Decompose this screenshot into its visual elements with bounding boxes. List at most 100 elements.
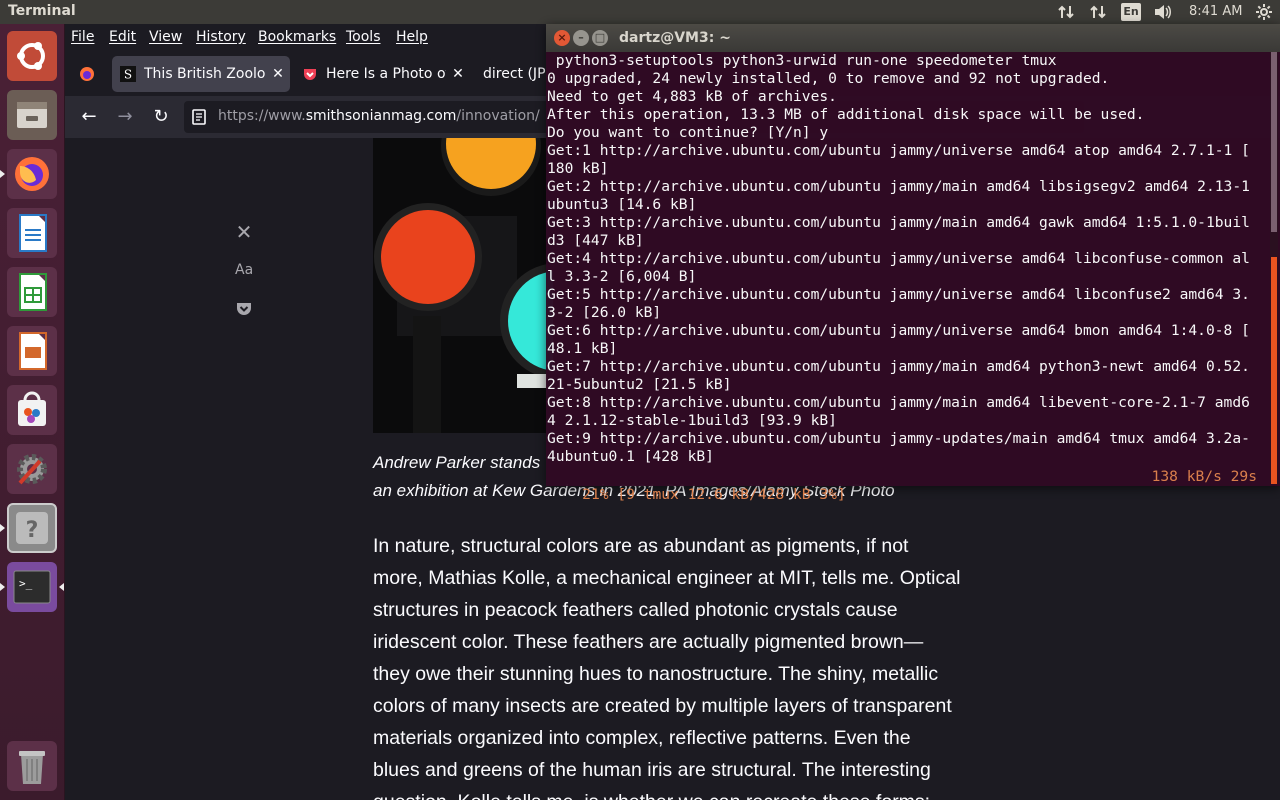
article-line: iridescent color. These feathers are act…: [373, 631, 924, 653]
article-photo: [373, 138, 553, 433]
terminal-line: 21-5ubuntu2 [21.5 kB]: [547, 376, 732, 393]
close-window-icon[interactable]: ×: [554, 30, 570, 46]
active-app-title: Terminal: [8, 3, 76, 19]
minimize-window-icon[interactable]: –: [573, 30, 589, 46]
terminal-line: l 3.3-2 [6,004 B]: [547, 268, 697, 285]
tab-title: Here Is a Photo of: [326, 66, 446, 82]
article-body: In nature, structural colors are as abun…: [373, 530, 983, 800]
url-prefix: https://www.: [218, 108, 306, 124]
terminal-line: 48.1 kB]: [547, 340, 618, 357]
terminal-line: python3-setuptools python3-urwid run-one…: [547, 52, 1057, 69]
tab-photo[interactable]: Here Is a Photo of ✕: [294, 56, 470, 92]
svg-text:S: S: [124, 68, 132, 82]
reload-icon[interactable]: ↻: [149, 105, 173, 129]
terminal-scrollbar[interactable]: [1270, 52, 1278, 484]
running-indicator: [0, 583, 5, 591]
terminal-line: 0 upgraded, 24 newly installed, 0 to rem…: [547, 70, 1110, 87]
menu-view[interactable]: View: [149, 29, 182, 45]
calc-icon[interactable]: [7, 267, 57, 317]
software-center-icon[interactable]: [7, 385, 57, 435]
network-up-down-icon[interactable]: [1057, 3, 1075, 25]
ubuntu-dash-icon[interactable]: [7, 31, 57, 81]
terminal-icon[interactable]: >_: [7, 562, 57, 612]
terminal-line: 4ubuntu0.1 [428 kB]: [547, 448, 714, 465]
page-info-icon[interactable]: [192, 109, 206, 125]
menu-history[interactable]: History: [196, 29, 246, 45]
menu-bookmarks[interactable]: Bookmarks: [258, 29, 336, 45]
article-line: structures in peacock feathers called ph…: [373, 599, 898, 621]
clock[interactable]: 8:41 AM: [1189, 4, 1242, 19]
terminal-title: dartz@VM3: ~: [619, 30, 731, 46]
terminal-window[interactable]: × – □ dartz@VM3: ~ python3-setuptools py…: [546, 24, 1280, 503]
progress-status: 21% [9 tmux 12.6 kB/428 kB 3%]: [582, 486, 846, 503]
terminal-progress-line: 21% [9 tmux 12.6 kB/428 kB 3%] 138 kB/s …: [547, 468, 1267, 503]
terminal-line: Get:7 http://archive.ubuntu.com/ubuntu j…: [547, 358, 1250, 375]
terminal-line: 3-2 [26.0 kB]: [547, 304, 662, 321]
terminal-line: 4 2.1.12-stable-1build3 [93.9 kB]: [547, 412, 837, 429]
svg-text:>_: >_: [19, 577, 33, 590]
forward-arrow-icon[interactable]: →: [113, 105, 137, 129]
maximize-window-icon[interactable]: □: [592, 30, 608, 46]
top-panel: Terminal En 8:41 AM: [0, 0, 1280, 24]
running-indicator: [0, 170, 5, 178]
menu-file[interactable]: File: [71, 29, 94, 45]
svg-text:?: ?: [26, 518, 39, 543]
trash-icon[interactable]: [7, 741, 57, 791]
menu-help[interactable]: Help: [396, 29, 428, 45]
system-settings-icon[interactable]: [7, 444, 57, 494]
pinned-tab-firefox[interactable]: [71, 56, 101, 92]
tab-title: direct (JP: [483, 66, 546, 82]
writer-icon[interactable]: [7, 208, 57, 258]
pocket-favicon: [304, 69, 316, 80]
menu-edit[interactable]: Edit: [109, 29, 136, 45]
back-arrow-icon[interactable]: ←: [77, 105, 101, 129]
article-line: materials organized into complex, reflec…: [373, 727, 911, 749]
terminal-line: Get:1 http://archive.ubuntu.com/ubuntu j…: [547, 142, 1250, 159]
focused-indicator: [59, 583, 64, 591]
files-icon[interactable]: [7, 90, 57, 140]
save-to-pocket-icon[interactable]: [235, 302, 253, 320]
terminal-line: 180 kB]: [547, 160, 609, 177]
type-controls-button[interactable]: Aa: [235, 262, 253, 278]
article-line: question, Kolle tells me, is whether we …: [373, 786, 983, 800]
terminal-line: Get:4 http://archive.ubuntu.com/ubuntu j…: [547, 250, 1250, 267]
volume-icon[interactable]: [1153, 3, 1173, 25]
firefox-icon[interactable]: [7, 149, 57, 199]
terminal-line: Get:3 http://archive.ubuntu.com/ubuntu j…: [547, 214, 1250, 231]
article-line: more, Mathias Kolle, a mechanical engine…: [373, 567, 961, 589]
terminal-line: ubuntu3 [14.6 kB]: [547, 196, 697, 213]
close-tab-icon[interactable]: ✕: [446, 66, 470, 82]
article-line: In nature, structural colors are as abun…: [373, 535, 909, 557]
terminal-titlebar[interactable]: × – □ dartz@VM3: ~: [546, 24, 1280, 52]
help-icon[interactable]: ?: [7, 503, 57, 553]
tab-title: This British Zoologi: [144, 66, 266, 82]
terminal-line: Get:6 http://archive.ubuntu.com/ubuntu j…: [547, 322, 1250, 339]
terminal-line: Get:9 http://archive.ubuntu.com/ubuntu j…: [547, 430, 1250, 447]
terminal-line: Need to get 4,883 kB of archives.: [547, 88, 837, 105]
keyboard-language-indicator[interactable]: En: [1121, 3, 1141, 21]
menu-tools[interactable]: Tools: [346, 29, 381, 45]
launcher: ? >_: [0, 24, 65, 800]
terminal-line: d3 [447 kB]: [547, 232, 644, 249]
download-rate: 138 kB/s 29s: [1151, 468, 1257, 485]
firefox-icon: [80, 67, 94, 81]
tab-direct[interactable]: direct (JP: [475, 56, 550, 92]
terminal-line: Get:8 http://archive.ubuntu.com/ubuntu j…: [547, 394, 1250, 411]
smithsonian-favicon: S: [120, 66, 136, 82]
article-line: they owe their stunning hues to nanostru…: [373, 663, 939, 685]
article-line: colors of many insects are created by mu…: [373, 695, 952, 717]
terminal-output[interactable]: python3-setuptools python3-urwid run-one…: [546, 52, 1268, 486]
running-indicator: [0, 524, 5, 532]
impress-icon[interactable]: [7, 326, 57, 376]
settings-gear-icon[interactable]: [1255, 3, 1273, 25]
close-tab-icon[interactable]: ✕: [266, 66, 290, 82]
close-reader-icon[interactable]: ✕: [235, 220, 253, 244]
tab-smithsonian[interactable]: S This British Zoologi ✕: [112, 56, 290, 92]
network-transfer-icon[interactable]: [1089, 3, 1107, 25]
terminal-line: Do you want to continue? [Y/n] y: [547, 124, 829, 141]
url-path: /innovation/: [456, 108, 540, 124]
terminal-line: Get:5 http://archive.ubuntu.com/ubuntu j…: [547, 286, 1250, 303]
article-line: blues and greens of the human iris are s…: [373, 759, 931, 781]
terminal-line: After this operation, 13.3 MB of additio…: [547, 106, 1145, 123]
terminal-line: Get:2 http://archive.ubuntu.com/ubuntu j…: [547, 178, 1250, 195]
